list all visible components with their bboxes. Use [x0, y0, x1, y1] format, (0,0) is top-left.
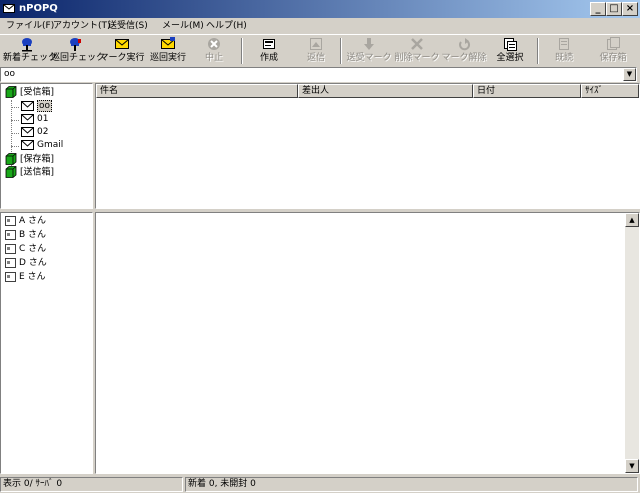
toolbar-separator: [241, 38, 243, 64]
mailbox-check-icon: [22, 38, 32, 52]
maximize-button[interactable]: □: [606, 2, 622, 16]
folder-inbox[interactable]: [受信箱]: [5, 86, 54, 99]
toolbar-separator: [537, 38, 539, 64]
reply-icon: [310, 38, 322, 50]
menu-help[interactable]: ヘルプ(H): [206, 19, 247, 33]
folder-label: 02: [37, 127, 49, 137]
envelope-icon: [21, 126, 34, 137]
status-bar: 表示 0/ ｻｰﾊﾞ 0 新着 0, 未開封 0: [0, 475, 640, 493]
undo-icon: [459, 38, 471, 51]
unmark-button[interactable]: マーク解除: [441, 36, 487, 65]
folder-label: Gmail: [37, 140, 64, 150]
contact-item[interactable]: A さん: [5, 215, 46, 228]
menu-account[interactable]: アカウント(T): [53, 19, 111, 33]
menu-bar: ファイル(F) アカウント(T) 送受信(S) メール(M) ヘルプ(H): [0, 18, 640, 34]
contact-name: C さん: [19, 244, 47, 254]
read-icon: [559, 38, 569, 50]
contact-item[interactable]: C さん: [5, 243, 46, 256]
minimize-button[interactable]: _: [590, 2, 606, 16]
dropdown-arrow-icon[interactable]: ▼: [623, 68, 636, 81]
stop-button[interactable]: 中止: [196, 36, 232, 65]
contact-item[interactable]: D さん: [5, 257, 47, 270]
scroll-down-icon[interactable]: ▼: [625, 459, 639, 473]
toolbar: 新着チェック 巡回チェック マーク実行 巡回実行 中止 作成 返信 送受マーク …: [0, 34, 640, 66]
folder-savebox[interactable]: [保存箱]: [5, 153, 54, 166]
delete-mark-button[interactable]: 削除マーク: [394, 36, 440, 65]
title-bar[interactable]: nPOPQ _ □ ×: [0, 0, 640, 18]
x-icon: [411, 38, 423, 50]
menu-send-receive[interactable]: 送受信(S): [108, 19, 148, 33]
envelope-cycle-icon: [161, 37, 175, 49]
folder-label: [送信箱]: [20, 167, 55, 178]
tree-connector: [11, 133, 19, 134]
box-icon: [5, 153, 17, 165]
account-gmail[interactable]: Gmail: [21, 139, 63, 152]
app-icon: [3, 4, 15, 13]
column-size[interactable]: ｻｲｽﾞ: [581, 84, 639, 98]
account-oo[interactable]: oo: [21, 100, 53, 113]
send-receive-mark-button[interactable]: 送受マーク: [346, 36, 392, 65]
menu-mail[interactable]: メール(M): [162, 19, 204, 33]
tree-connector: [11, 120, 19, 121]
contact-card-icon: [5, 215, 16, 226]
contact-item[interactable]: E さん: [5, 271, 46, 284]
status-count: 表示 0/ ｻｰﾊﾞ 0: [0, 477, 183, 492]
compose-button[interactable]: 作成: [250, 36, 288, 65]
tree-connector: [11, 146, 19, 147]
status-new: 新着 0, 未開封 0: [185, 477, 638, 492]
savebox-icon: [607, 37, 620, 50]
envelope-icon: [21, 139, 34, 150]
compose-icon: [263, 39, 275, 49]
tree-connector: [11, 107, 19, 108]
envelope-mark-icon: [115, 39, 129, 49]
new-check-button[interactable]: 新着チェック: [3, 36, 57, 65]
scroll-up-icon[interactable]: ▲: [625, 213, 639, 227]
preview-scrollbar[interactable]: ▲ ▼: [625, 213, 639, 473]
toolbar-separator: [340, 38, 342, 64]
folder-label: [保存箱]: [20, 154, 55, 165]
envelope-icon: [21, 113, 34, 124]
folder-label: oo: [37, 100, 53, 112]
cycle-execute-button[interactable]: 巡回実行: [145, 36, 191, 65]
contact-item[interactable]: B さん: [5, 229, 46, 242]
box-icon: [5, 86, 17, 98]
contact-name: D さん: [19, 258, 47, 268]
message-list[interactable]: 件名 差出人 日付 ｻｲｽﾞ: [95, 83, 640, 209]
contact-card-icon: [5, 257, 16, 268]
account-01[interactable]: 01: [21, 113, 48, 126]
down-arrow-icon: [364, 38, 374, 50]
contact-card-icon: [5, 229, 16, 240]
preview-pane[interactable]: ▲ ▼: [95, 212, 640, 474]
folder-outbox[interactable]: [送信箱]: [5, 166, 54, 179]
column-subject[interactable]: 件名: [96, 84, 298, 98]
contacts-pane: A さん B さん C さん D さん E さん: [0, 212, 93, 474]
mark-read-button[interactable]: 既読: [545, 36, 583, 65]
box-icon: [5, 166, 17, 178]
menu-file[interactable]: ファイル(F): [6, 19, 54, 33]
reply-button[interactable]: 返信: [298, 36, 334, 65]
account-selector[interactable]: oo ▼: [0, 67, 637, 82]
envelope-icon: [21, 100, 34, 111]
contact-card-icon: [5, 243, 16, 254]
select-all-icon: [504, 38, 517, 51]
stop-icon: [208, 38, 220, 50]
save-box-button[interactable]: 保存箱: [591, 36, 635, 65]
close-button[interactable]: ×: [622, 2, 638, 16]
folder-label: [受信箱]: [20, 87, 55, 98]
select-all-button[interactable]: 全選択: [490, 36, 530, 65]
folder-tree: [受信箱] oo 01 02 Gmail [保存箱] [送信箱]: [0, 83, 93, 209]
contact-card-icon: [5, 271, 16, 282]
folder-label: 01: [37, 114, 49, 124]
account-selector-value: oo: [4, 69, 16, 79]
contact-name: E さん: [19, 272, 46, 282]
mailbox-cycle-icon: [70, 38, 81, 51]
account-02[interactable]: 02: [21, 126, 48, 139]
contact-name: A さん: [19, 216, 47, 226]
mark-execute-button[interactable]: マーク実行: [99, 36, 145, 65]
column-date[interactable]: 日付: [473, 84, 581, 98]
contact-name: B さん: [19, 230, 47, 240]
window-title: nPOPQ: [19, 3, 58, 14]
column-from[interactable]: 差出人: [298, 84, 473, 98]
cycle-check-button[interactable]: 巡回チェック: [51, 36, 105, 65]
